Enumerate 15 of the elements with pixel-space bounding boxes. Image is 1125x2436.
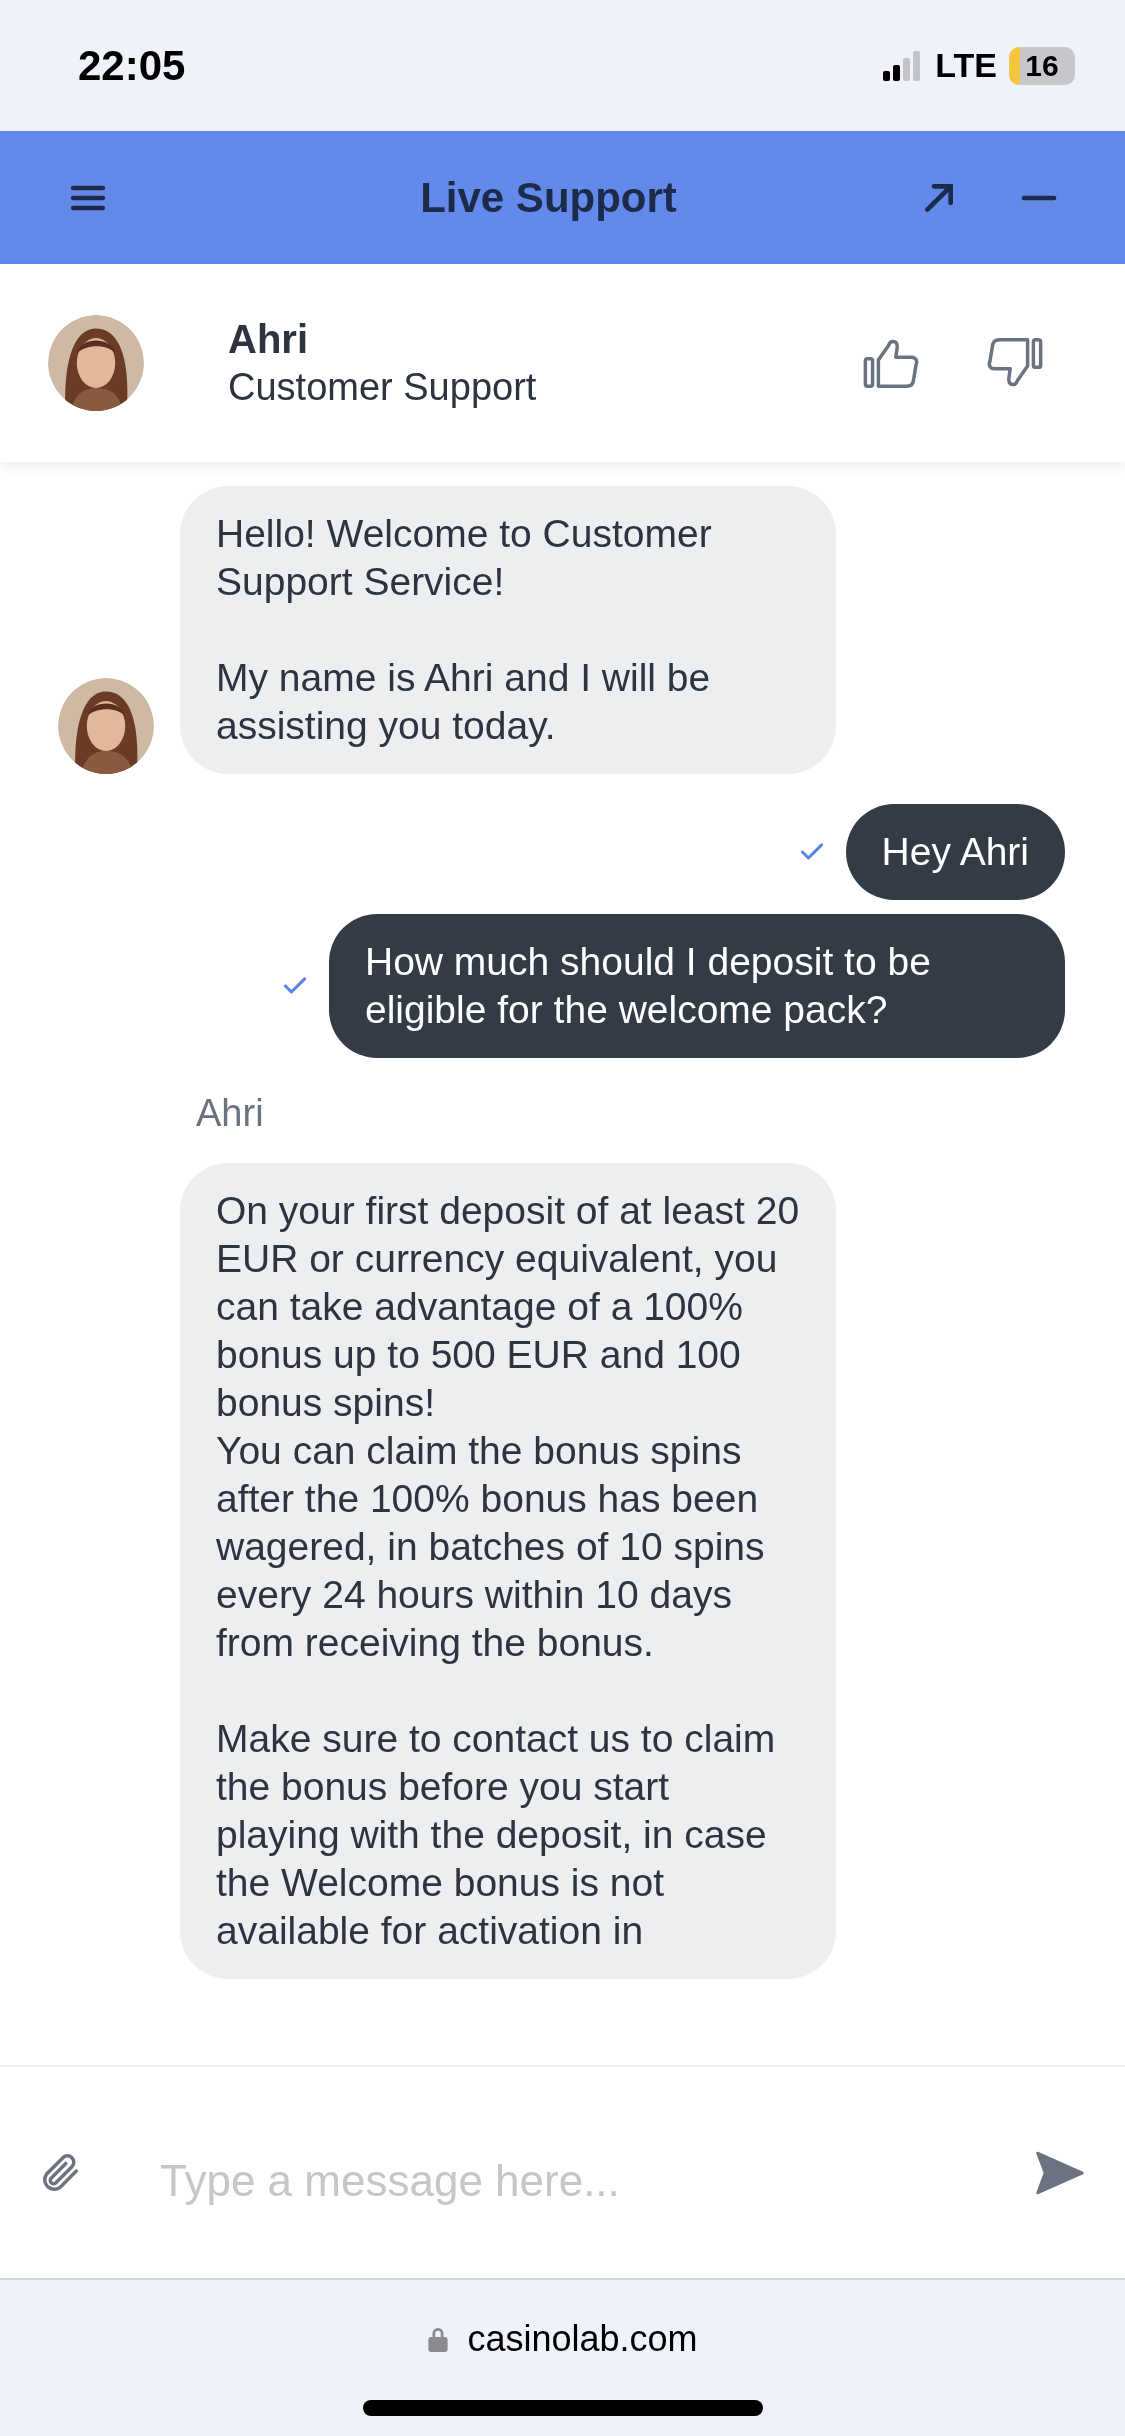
message-input[interactable]: Type a message here... — [158, 2154, 1035, 2207]
message-bubble: How much should I deposit to be eligible for the welcome pack? — [329, 914, 1065, 1058]
agent-name: Ahri — [228, 317, 309, 362]
agent-role: Customer Support — [228, 366, 538, 409]
send-icon[interactable] — [1035, 2149, 1085, 2196]
lock-icon — [427, 2325, 450, 2353]
sender-name: Ahri — [196, 1092, 265, 1135]
message-bubble: Hello! Welcome to Customer Support Service! My name is Ahri and I will be assisting you today. — [180, 486, 836, 774]
battery-percent: 16 — [1025, 48, 1059, 83]
message-bubble: On your first deposit of at least 20 EUR or currency equivalent, you can take advantage of a 100% bonus up to 500 EUR and 100 bonus spins! You can claim the bonus spins after the 100% bonus has been wagered, in batches of 10 spins every 24 hours within 10 days from receiving the bonus. Make sure to contact us to claim the bonus before you start playing with the deposit, in case the Welcome bonus is not available for activation in — [180, 1163, 836, 1979]
network-label: LTE — [935, 46, 997, 85]
header-title: Live Support — [420, 173, 677, 222]
message-bubble: Hey Ahri — [845, 804, 1065, 900]
url-text[interactable]: casinolab.com — [467, 2318, 698, 2360]
clock-time: 22:05 — [78, 41, 186, 90]
